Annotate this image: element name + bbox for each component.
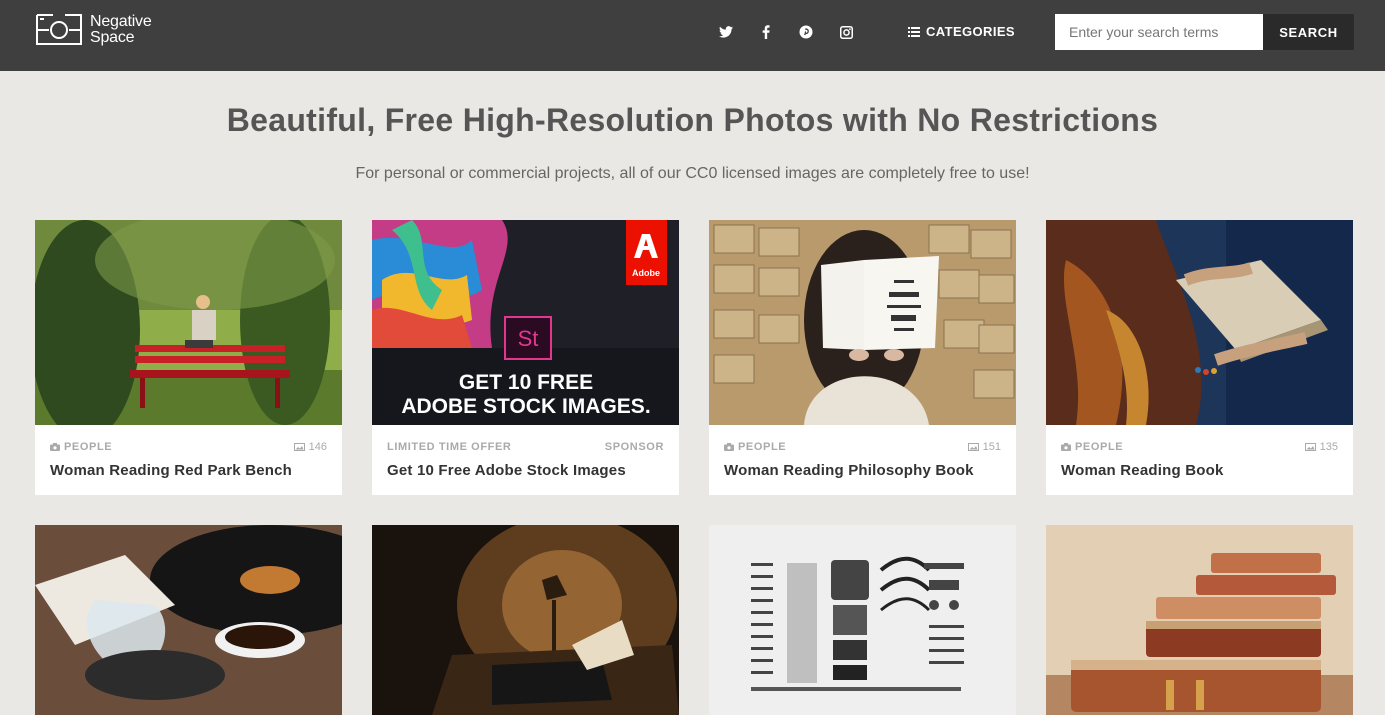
photo-card[interactable] [709, 525, 1016, 715]
logo-line-1: Negative [90, 12, 152, 30]
sponsored-card[interactable]: St Adobe GET 10 FREE ADOBE STOCK IMAGES.… [372, 220, 679, 495]
social-links [716, 22, 876, 42]
card-category-label: PEOPLE [738, 441, 787, 453]
card-meta: PEOPLE 151 Woman Reading Philosophy Book [709, 425, 1016, 495]
card-category-label: PEOPLE [1075, 441, 1124, 453]
photo-thumbnail[interactable] [372, 525, 679, 715]
photo-thumbnail[interactable] [1046, 220, 1353, 425]
image-icon [293, 443, 305, 451]
camera-icon [50, 443, 60, 451]
card-category[interactable]: PEOPLE [1061, 441, 1123, 453]
photo-thumbnail[interactable] [709, 220, 1016, 425]
card-meta: PEOPLE 135 Woman Reading Book [1046, 425, 1353, 495]
photo-thumbnail[interactable] [35, 525, 342, 715]
ad-headline-1: GET 10 FREE [459, 371, 593, 394]
card-meta: LIMITED TIME OFFER SPONSOR Get 10 Free A… [372, 425, 679, 495]
ad-headline-2: ADOBE STOCK IMAGES. [401, 395, 650, 418]
logo-line-2: Space [90, 28, 135, 46]
adobe-brand-text: Adobe [632, 268, 660, 278]
search-input[interactable] [1055, 14, 1263, 50]
camera-icon [1061, 443, 1071, 451]
photo-thumbnail[interactable] [709, 525, 1016, 715]
sponsor-text: SPONSOR [604, 441, 664, 453]
card-title[interactable]: Woman Reading Red Park Bench [50, 462, 292, 479]
instagram-icon[interactable] [836, 22, 856, 42]
facebook-icon[interactable] [756, 22, 776, 42]
card-title[interactable]: Woman Reading Philosophy Book [724, 462, 974, 479]
search-button[interactable]: SEARCH [1263, 14, 1354, 50]
photo-card[interactable] [35, 525, 342, 715]
photo-card[interactable] [1046, 525, 1353, 715]
site-logo[interactable]: Negative Space [35, 13, 152, 46]
list-icon [908, 26, 920, 37]
card-category-label: PEOPLE [64, 441, 113, 453]
camera-icon [724, 443, 734, 451]
card-meta: PEOPLE 146 Woman Reading Red Park Bench [35, 425, 342, 495]
categories-label: CATEGORIES [926, 24, 1015, 39]
camera-logo-icon [35, 13, 83, 46]
sponsor-label: SPONSOR [605, 441, 664, 453]
photo-card[interactable] [372, 525, 679, 715]
ad-banner[interactable]: St Adobe GET 10 FREE ADOBE STOCK IMAGES. [372, 220, 679, 425]
card-count-value: 151 [982, 441, 1001, 453]
card-photo-count: 135 [1304, 441, 1338, 453]
card-title[interactable]: Get 10 Free Adobe Stock Images [387, 462, 626, 479]
card-category: LIMITED TIME OFFER [387, 441, 511, 453]
logo-text: Negative Space [90, 12, 152, 46]
card-photo-count: 146 [293, 441, 327, 453]
photo-thumbnail[interactable] [35, 220, 342, 425]
card-count-value: 146 [308, 441, 327, 453]
page-subtitle: For personal or commercial projects, all… [355, 165, 1030, 182]
card-count-value: 135 [1319, 441, 1338, 453]
stock-badge-text: St [518, 326, 539, 351]
card-category[interactable]: PEOPLE [50, 441, 112, 453]
card-category[interactable]: PEOPLE [724, 441, 786, 453]
page-title: Beautiful, Free High-Resolution Photos w… [226, 102, 1159, 138]
site-header: Negative Space CATEGORIES SEARCH [0, 0, 1385, 71]
card-category-label: LIMITED TIME OFFER [387, 441, 512, 453]
image-icon [967, 443, 979, 451]
card-photo-count: 151 [967, 441, 1001, 453]
image-icon [1304, 443, 1316, 451]
photo-card[interactable]: PEOPLE 151 Woman Reading Philosophy Book [709, 220, 1016, 495]
categories-menu[interactable]: CATEGORIES [908, 24, 1015, 39]
twitter-icon[interactable] [716, 22, 736, 42]
photo-card[interactable]: PEOPLE 146 Woman Reading Red Park Bench [35, 220, 342, 495]
photo-thumbnail[interactable] [1046, 525, 1353, 715]
pinterest-icon[interactable] [796, 22, 816, 42]
card-title[interactable]: Woman Reading Book [1061, 462, 1224, 479]
photo-card[interactable]: PEOPLE 135 Woman Reading Book [1046, 220, 1353, 495]
